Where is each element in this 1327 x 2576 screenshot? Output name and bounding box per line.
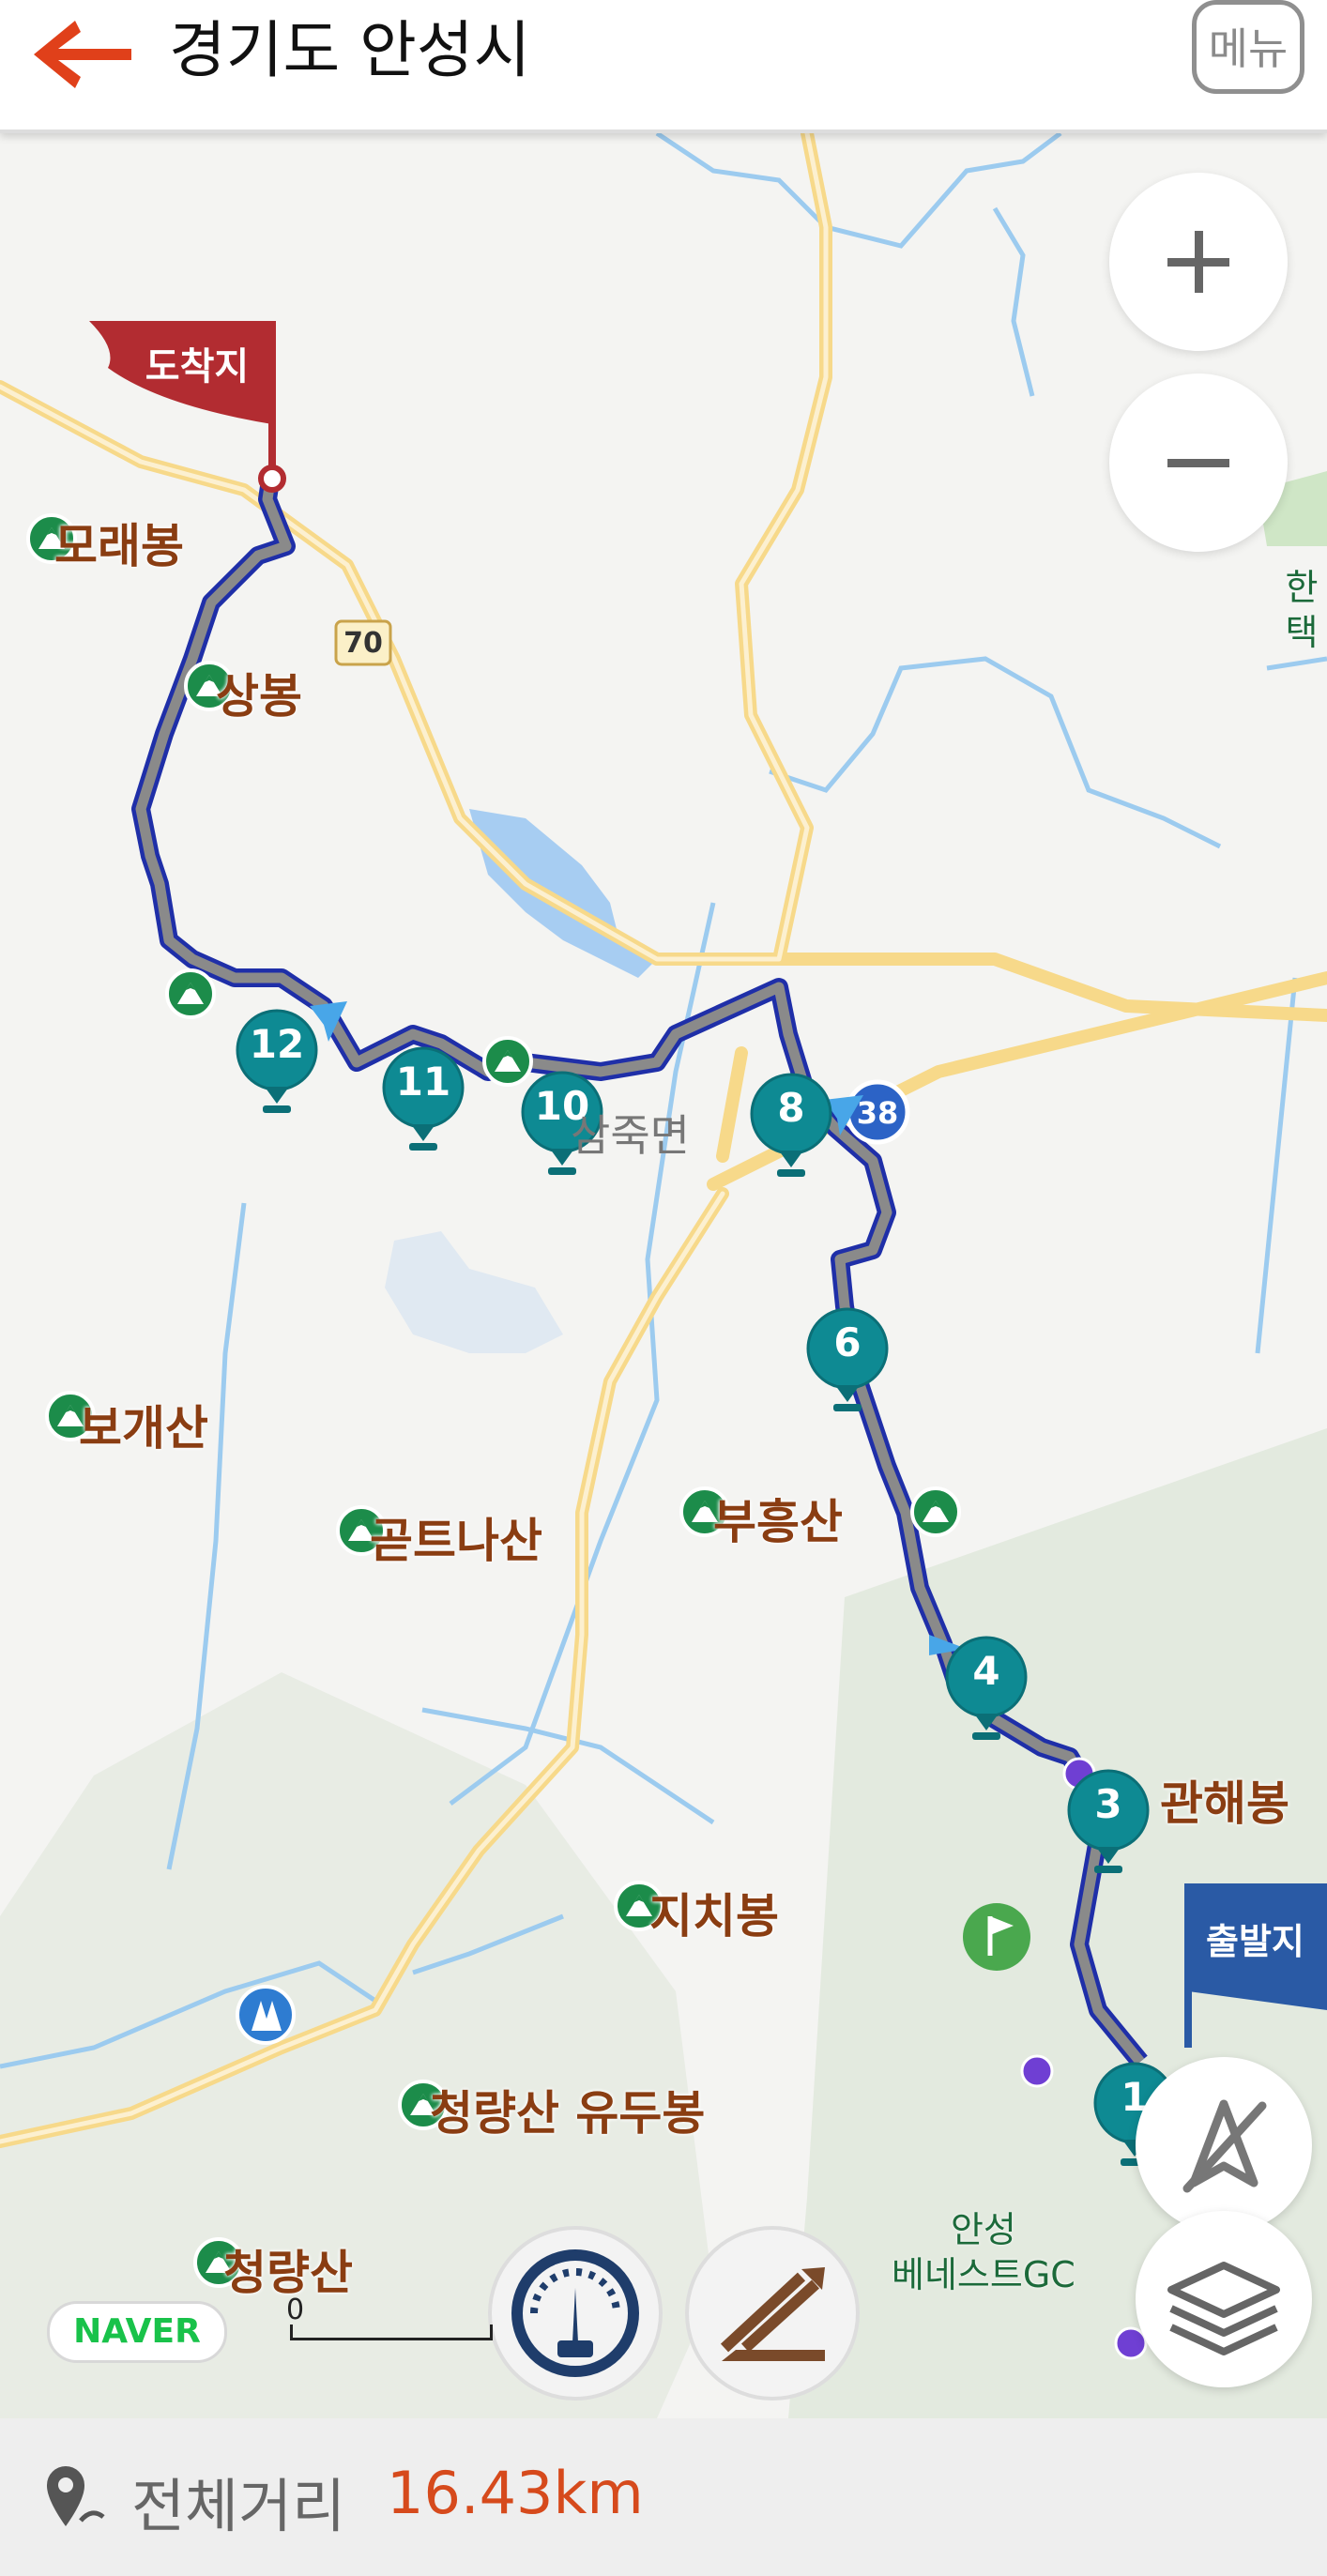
route-pin-icon xyxy=(47,2466,105,2526)
total-distance-value: 16.43km xyxy=(387,2459,644,2527)
speedometer-icon xyxy=(511,2249,639,2377)
zoom-out-button[interactable] xyxy=(1109,373,1288,552)
place-label-han: 한택 xyxy=(1285,567,1319,653)
peak-label-bogae[interactable]: 보개산 xyxy=(79,1391,208,1458)
waypoint-number: 12 xyxy=(249,1021,305,1067)
waypoint-number: 8 xyxy=(777,1085,805,1131)
map-scale: 0 xyxy=(286,2294,493,2348)
road-shield-38: 38 xyxy=(845,1079,910,1145)
map-view[interactable]: 도착지 출발지 70 38 12 11 10 8 6 4 3 1 모래봉 상봉 … xyxy=(0,133,1327,2418)
menu-button[interactable]: 메뉴 xyxy=(1192,0,1304,94)
peak-label-buheung[interactable]: 부흥산 xyxy=(713,1485,843,1552)
peak-label-gwanhae[interactable]: 관해봉 xyxy=(1160,1766,1289,1834)
place-label-golf: 안성 베네스트GC xyxy=(892,2209,1075,2295)
location-button[interactable] xyxy=(1136,2057,1312,2233)
location-off-icon xyxy=(1182,2099,1267,2193)
plus-icon xyxy=(1167,231,1229,293)
back-button[interactable] xyxy=(26,8,148,101)
peak-label-morae[interactable]: 모래봉 xyxy=(54,509,184,576)
forest-marker[interactable] xyxy=(236,1985,296,2045)
waypoint-number: 3 xyxy=(1094,1781,1122,1827)
peak-label-goteuna[interactable]: 곧트나산 xyxy=(370,1503,542,1571)
waypoint-number: 11 xyxy=(395,1059,451,1105)
mountain-icon[interactable] xyxy=(910,1486,961,1537)
svg-text:38: 38 xyxy=(857,1095,899,1131)
peak-label-cheongryang-yudu[interactable]: 청량산 유두봉 xyxy=(430,2076,705,2143)
waypoint-marker[interactable]: 4 xyxy=(944,1635,1029,1757)
waypoint-marker[interactable]: 11 xyxy=(381,1045,465,1167)
minus-icon xyxy=(1167,459,1229,467)
place-label-samjuk: 삼죽면 xyxy=(571,1110,690,1161)
page-title: 경기도 안성시 xyxy=(169,14,531,86)
waypoint-marker[interactable]: 12 xyxy=(235,1008,319,1130)
waypoint-marker[interactable]: 6 xyxy=(805,1306,890,1428)
waypoint-marker[interactable]: 3 xyxy=(1066,1768,1151,1890)
waypoint-marker[interactable]: 8 xyxy=(749,1072,833,1194)
total-distance-label: 전체거리 xyxy=(131,2472,346,2540)
golf-marker[interactable] xyxy=(963,1903,1030,1971)
waypoint-number: 6 xyxy=(833,1319,862,1365)
mountain-icon[interactable] xyxy=(165,968,216,1019)
layers-button[interactable] xyxy=(1136,2211,1312,2387)
layers-icon xyxy=(1167,2262,1280,2355)
speed-button[interactable] xyxy=(488,2226,663,2401)
peak-label-jichi[interactable]: 지치봉 xyxy=(649,1879,779,1946)
road-shield-70: 70 xyxy=(334,619,392,666)
zoom-in-button[interactable] xyxy=(1109,173,1288,351)
svg-text:70: 70 xyxy=(343,627,383,660)
waypoint-number: 4 xyxy=(972,1648,1000,1694)
back-arrow-icon xyxy=(34,21,131,88)
departure-flag-label: 출발지 xyxy=(1206,1921,1304,1962)
top-header: 경기도 안성시 메뉴 xyxy=(0,0,1327,133)
arrival-flag-label: 도착지 xyxy=(145,345,249,389)
naver-logo: NAVER xyxy=(47,2301,227,2363)
elevation-icon xyxy=(720,2267,825,2361)
elevation-button[interactable] xyxy=(685,2226,860,2401)
peak-label-sang[interactable]: 상봉 xyxy=(216,659,302,726)
